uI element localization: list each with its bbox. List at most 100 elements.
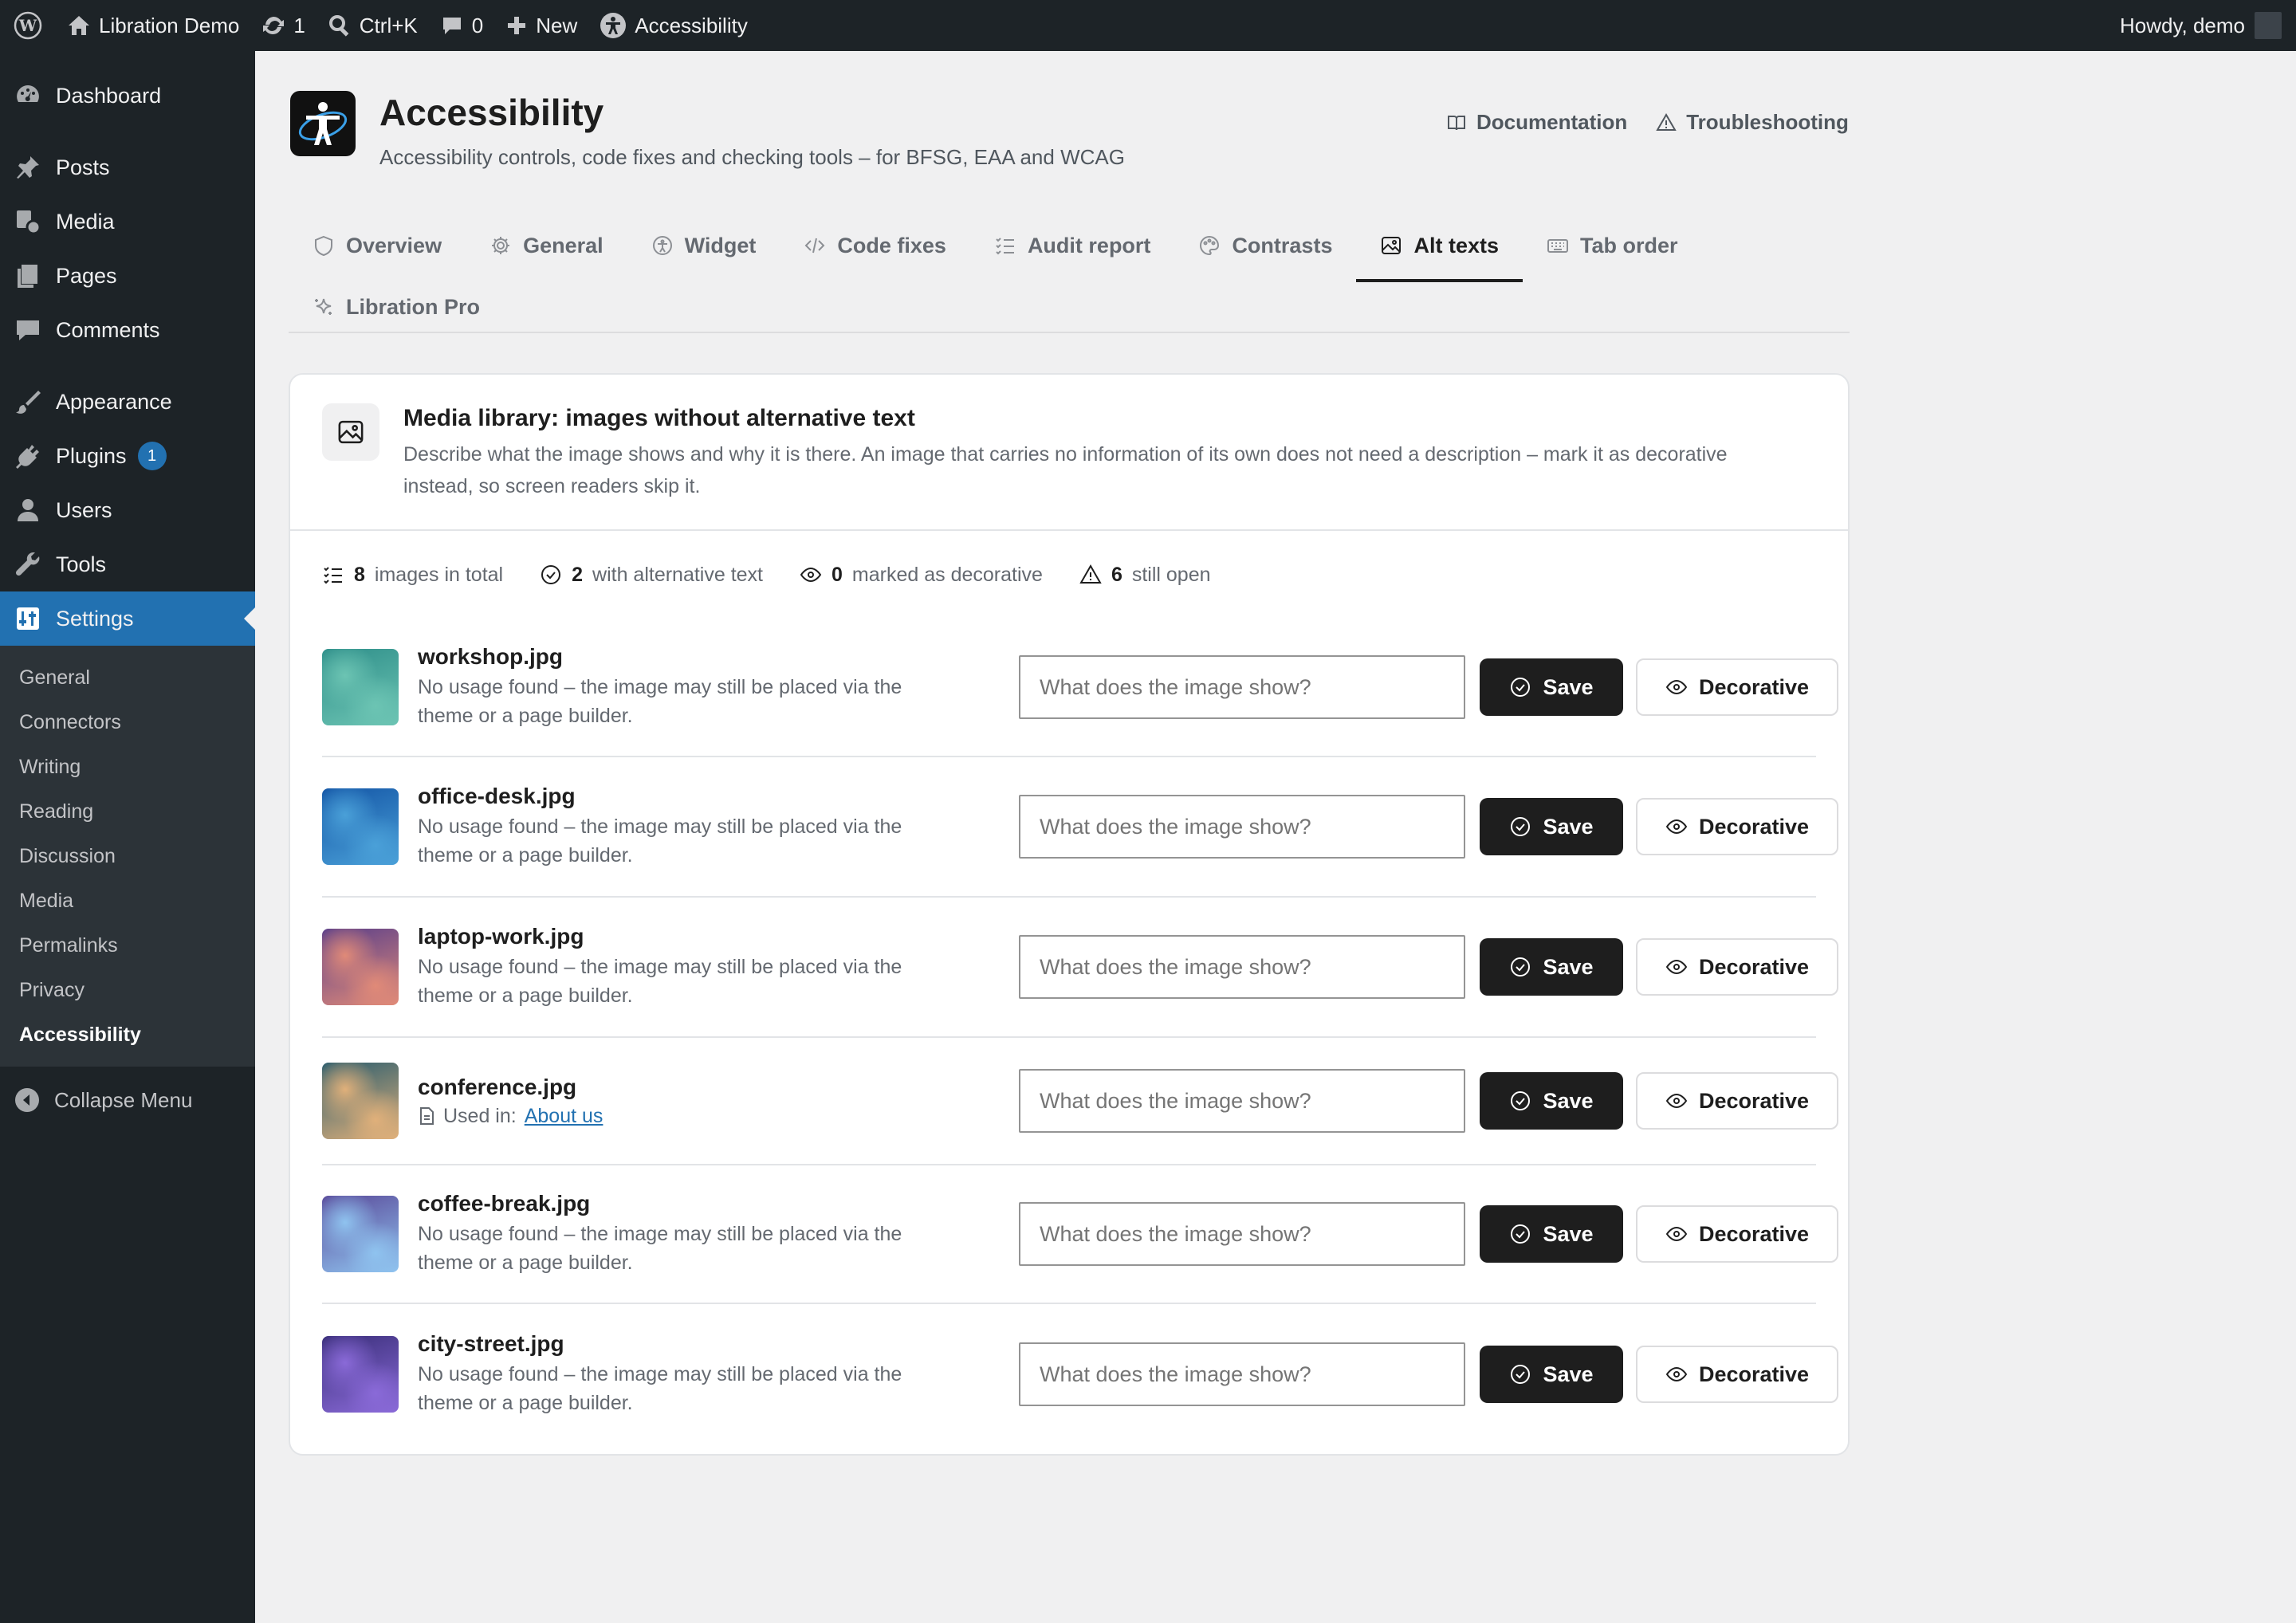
decorative-button[interactable]: Decorative — [1636, 1346, 1838, 1403]
accessibility-link[interactable]: Accessibility — [588, 0, 759, 51]
sidebar-item-label: Media — [56, 209, 115, 234]
pages-icon — [18, 265, 37, 288]
site-name: Libration Demo — [99, 13, 240, 37]
book-icon — [1448, 115, 1465, 130]
alt-text-input[interactable] — [1019, 795, 1465, 859]
stat-label: images in total — [374, 563, 504, 586]
my-account-link[interactable]: Howdy, demo — [2109, 0, 2245, 51]
brush-icon — [16, 391, 41, 414]
submenu-item-reading[interactable]: Reading — [0, 789, 255, 834]
decorative-button-label: Decorative — [1698, 674, 1810, 699]
sidebar-item-plugins[interactable]: Plugins 1 — [0, 429, 255, 483]
submenu-item-accessibility[interactable]: Accessibility — [0, 1012, 255, 1057]
save-button[interactable]: Save — [1480, 1346, 1623, 1403]
save-button[interactable]: Save — [1480, 1072, 1623, 1130]
tab-tab-order[interactable]: Tab order — [1523, 210, 1702, 281]
stat-value: 2 — [572, 563, 584, 586]
save-button[interactable]: Save — [1480, 1205, 1623, 1263]
comment-icon — [17, 320, 39, 340]
tab-audit-report[interactable]: Audit report — [970, 210, 1175, 281]
submenu-item-permalinks[interactable]: Permalinks — [0, 923, 255, 968]
image-thumbnail[interactable] — [322, 1063, 399, 1139]
sidebar-item-tools[interactable]: Tools — [0, 537, 255, 591]
decorative-button[interactable]: Decorative — [1636, 1072, 1838, 1130]
search-shortcut[interactable]: Ctrl+K — [316, 0, 429, 51]
submenu-item-media[interactable]: Media — [0, 878, 255, 923]
collapse-menu-label: Collapse Menu — [54, 1087, 193, 1112]
sidebar-item-pages[interactable]: Pages — [0, 249, 255, 303]
used-in: Used in: About us — [418, 1105, 944, 1128]
tab-alt-texts[interactable]: Alt texts — [1356, 210, 1523, 282]
sidebar-item-comments[interactable]: Comments — [0, 303, 255, 357]
alt-text-input[interactable] — [1019, 1202, 1465, 1266]
tab-code-fixes[interactable]: Code fixes — [780, 210, 970, 281]
image-thumbnail[interactable] — [322, 788, 399, 865]
collapse-menu-button[interactable]: Collapse Menu — [0, 1071, 255, 1129]
eye-icon — [1665, 679, 1688, 695]
stat-value: 6 — [1111, 563, 1122, 586]
decorative-button[interactable]: Decorative — [1636, 938, 1838, 996]
tab-contrasts[interactable]: Contrasts — [1174, 210, 1356, 281]
tab-general[interactable]: General — [466, 210, 627, 281]
sidebar-item-posts[interactable]: Posts — [0, 140, 255, 195]
used-in-page-link[interactable]: About us — [525, 1105, 603, 1128]
main-content: Accessibility Accessibility controls, co… — [255, 51, 2296, 1623]
tab-bar: Overview General Widget Code fixes Audit… — [289, 210, 1850, 333]
submenu-item-connectors[interactable]: Connectors — [0, 700, 255, 745]
decorative-button[interactable]: Decorative — [1636, 798, 1838, 855]
image-thumbnail[interactable] — [322, 1196, 399, 1272]
keyboard-icon — [1547, 239, 1568, 253]
tab-widget[interactable]: Widget — [627, 210, 780, 281]
card-title: Media library: images without alternativ… — [403, 405, 915, 431]
stat-label: still open — [1131, 563, 1211, 586]
sidebar-item-settings[interactable]: Settings — [0, 591, 255, 646]
decorative-button[interactable]: Decorative — [1636, 1205, 1838, 1263]
tab-label: Widget — [684, 233, 757, 257]
image-thumbnail[interactable] — [322, 1336, 399, 1413]
eye-icon — [1665, 1226, 1688, 1242]
comment-icon — [442, 18, 461, 34]
plugins-update-badge: 1 — [137, 442, 167, 470]
user-icon — [18, 499, 38, 521]
image-icon — [322, 403, 379, 461]
wordpress-logo-icon[interactable]: W — [0, 0, 56, 51]
accessibility-icon — [652, 236, 672, 255]
image-thumbnail[interactable] — [322, 649, 399, 725]
alt-text-input[interactable] — [1019, 935, 1465, 999]
submenu-item-writing[interactable]: Writing — [0, 745, 255, 789]
tab-overview[interactable]: Overview — [289, 210, 466, 281]
sidebar-item-dashboard[interactable]: Dashboard — [0, 69, 255, 123]
image-thumbnail[interactable] — [322, 929, 399, 1005]
new-label: New — [536, 13, 578, 37]
troubleshooting-link[interactable]: Troubleshooting — [1656, 110, 1849, 135]
updates-link[interactable]: 1 — [250, 0, 316, 51]
new-content-link[interactable]: New — [494, 0, 588, 51]
save-button[interactable]: Save — [1480, 658, 1623, 716]
search-icon — [328, 15, 349, 37]
stats-bar: 8 images in total 2 with alternative tex… — [290, 531, 1848, 619]
sidebar-item-users[interactable]: Users — [0, 483, 255, 537]
site-name-link[interactable]: Libration Demo — [56, 0, 250, 51]
documentation-link[interactable]: Documentation — [1446, 110, 1627, 135]
tab-libration-pro[interactable]: Libration Pro — [289, 281, 504, 333]
save-button[interactable]: Save — [1480, 798, 1623, 855]
submenu-item-general[interactable]: General — [0, 655, 255, 700]
alt-text-input[interactable] — [1019, 1342, 1465, 1406]
alt-text-input[interactable] — [1019, 655, 1465, 719]
documentation-label: Documentation — [1476, 110, 1628, 134]
sidebar-item-media[interactable]: Media — [0, 195, 255, 249]
comments-link[interactable]: 0 — [429, 0, 494, 51]
decorative-button[interactable]: Decorative — [1636, 658, 1838, 716]
warning-icon — [1079, 564, 1102, 584]
settings-icon — [17, 607, 39, 630]
alt-text-input[interactable] — [1019, 1069, 1465, 1133]
avatar[interactable] — [2255, 12, 2282, 39]
save-button[interactable]: Save — [1480, 938, 1623, 996]
sidebar-item-label: Settings — [56, 606, 134, 631]
submenu-item-privacy[interactable]: Privacy — [0, 968, 255, 1012]
sidebar-item-appearance[interactable]: Appearance — [0, 375, 255, 429]
warning-icon — [1656, 112, 1677, 131]
stat-label: marked as decorative — [851, 563, 1043, 586]
save-button-label: Save — [1543, 1088, 1594, 1113]
submenu-item-discussion[interactable]: Discussion — [0, 834, 255, 878]
